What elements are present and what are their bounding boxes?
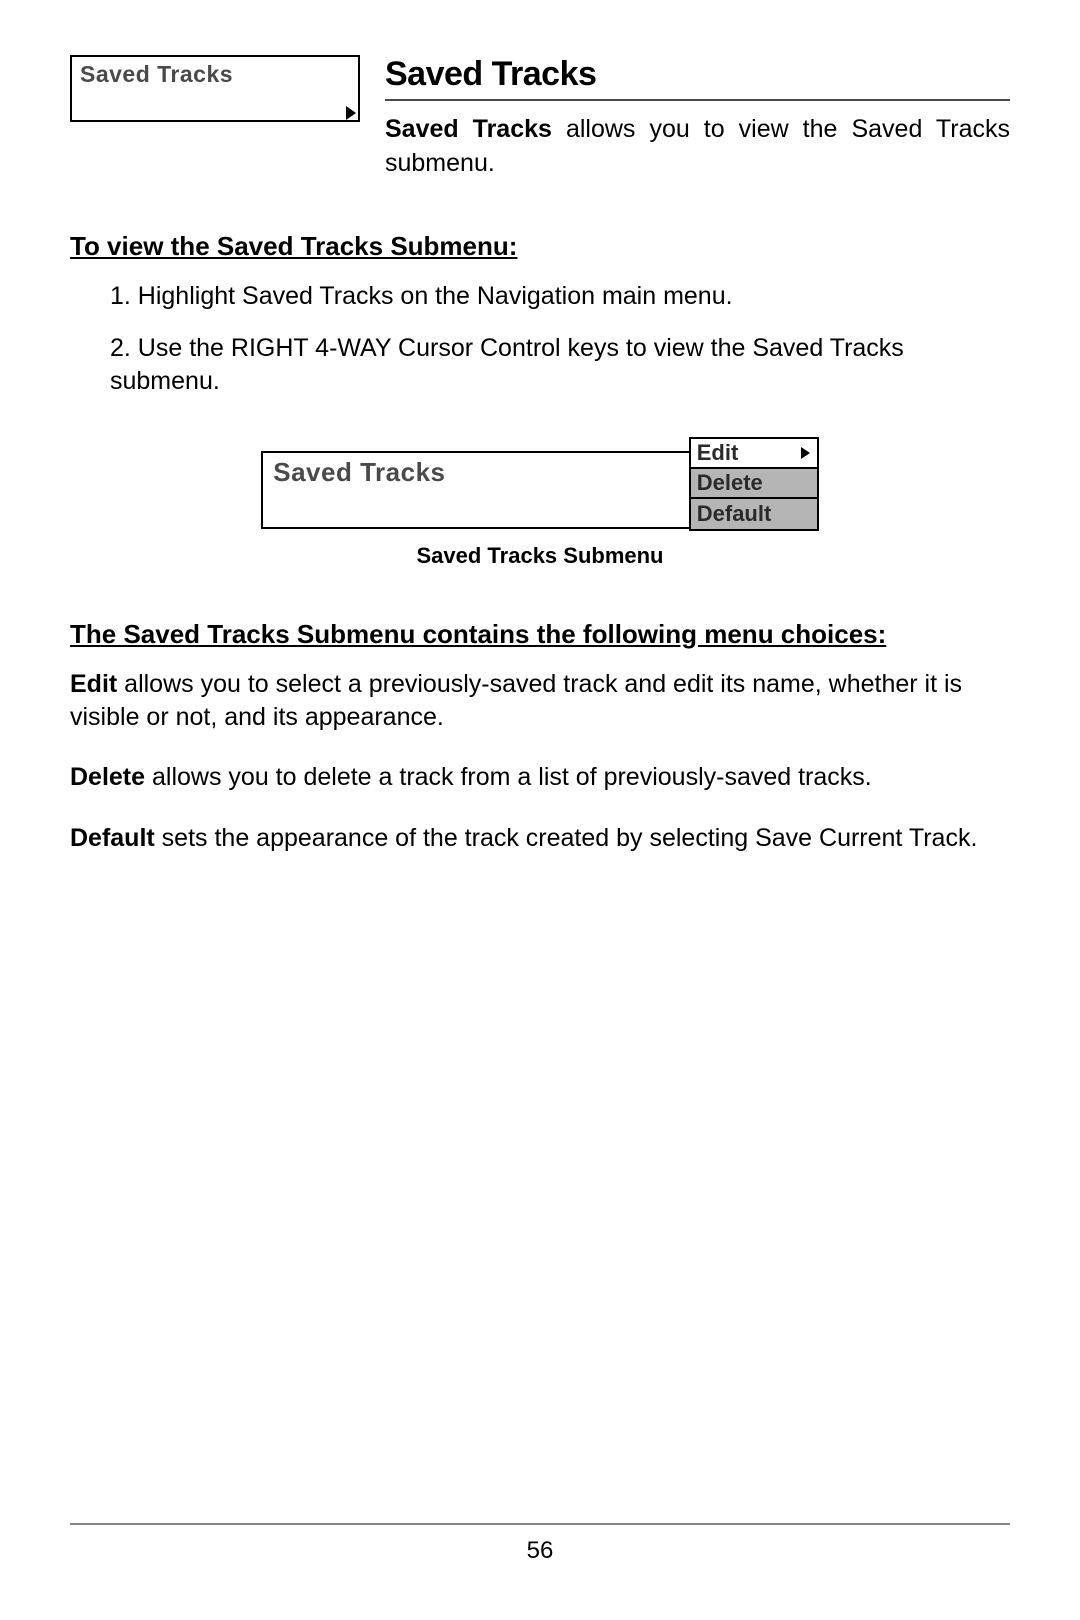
para-bold: Default: [70, 824, 155, 852]
para-bold: Edit: [70, 670, 117, 698]
section-submenu-choices-heading: The Saved Tracks Submenu contains the fo…: [70, 619, 1010, 650]
top-menu-box: Saved Tracks: [70, 55, 360, 122]
para-rest: allows you to select a previously-saved …: [70, 670, 962, 731]
figure-caption: Saved Tracks Submenu: [70, 543, 1010, 569]
submenu-item-label: Delete: [697, 470, 763, 496]
page-title: Saved Tracks: [385, 55, 1010, 101]
top-menu-box-label: Saved Tracks: [72, 57, 358, 92]
para-default: Default sets the appearance of the track…: [70, 822, 1010, 855]
para-delete: Delete allows you to delete a track from…: [70, 761, 1010, 794]
submenu-item-default: Default: [691, 499, 817, 529]
page-number: 56: [70, 1537, 1010, 1565]
submenu-list: Edit Delete Default: [689, 437, 819, 531]
step-1: 1. Highlight Saved Tracks on the Navigat…: [110, 280, 1010, 313]
submenu-main-label: Saved Tracks: [263, 453, 689, 492]
right-arrow-icon: [342, 104, 360, 122]
footer: 56: [70, 1523, 1010, 1565]
submenu-item-edit: Edit: [691, 439, 817, 469]
para-rest: allows you to delete a track from a list…: [145, 763, 872, 791]
submenu-item-label: Edit: [697, 440, 739, 466]
para-rest: sets the appearance of the track created…: [155, 824, 978, 852]
right-arrow-icon: [799, 446, 811, 460]
submenu-item-delete: Delete: [691, 469, 817, 499]
intro-bold: Saved Tracks: [385, 115, 552, 143]
section-to-view-heading: To view the Saved Tracks Submenu:: [70, 231, 1010, 262]
submenu-main-box: Saved Tracks: [261, 451, 691, 529]
intro-paragraph: Saved Tracks allows you to view the Save…: [385, 113, 1010, 181]
submenu-item-label: Default: [697, 501, 772, 527]
submenu-figure: Saved Tracks Edit Delete Default: [70, 437, 1010, 531]
para-bold: Delete: [70, 763, 145, 791]
footer-divider: [70, 1523, 1010, 1525]
para-edit: Edit allows you to select a previously-s…: [70, 668, 1010, 733]
step-2: 2. Use the RIGHT 4-WAY Cursor Control ke…: [110, 332, 1010, 397]
